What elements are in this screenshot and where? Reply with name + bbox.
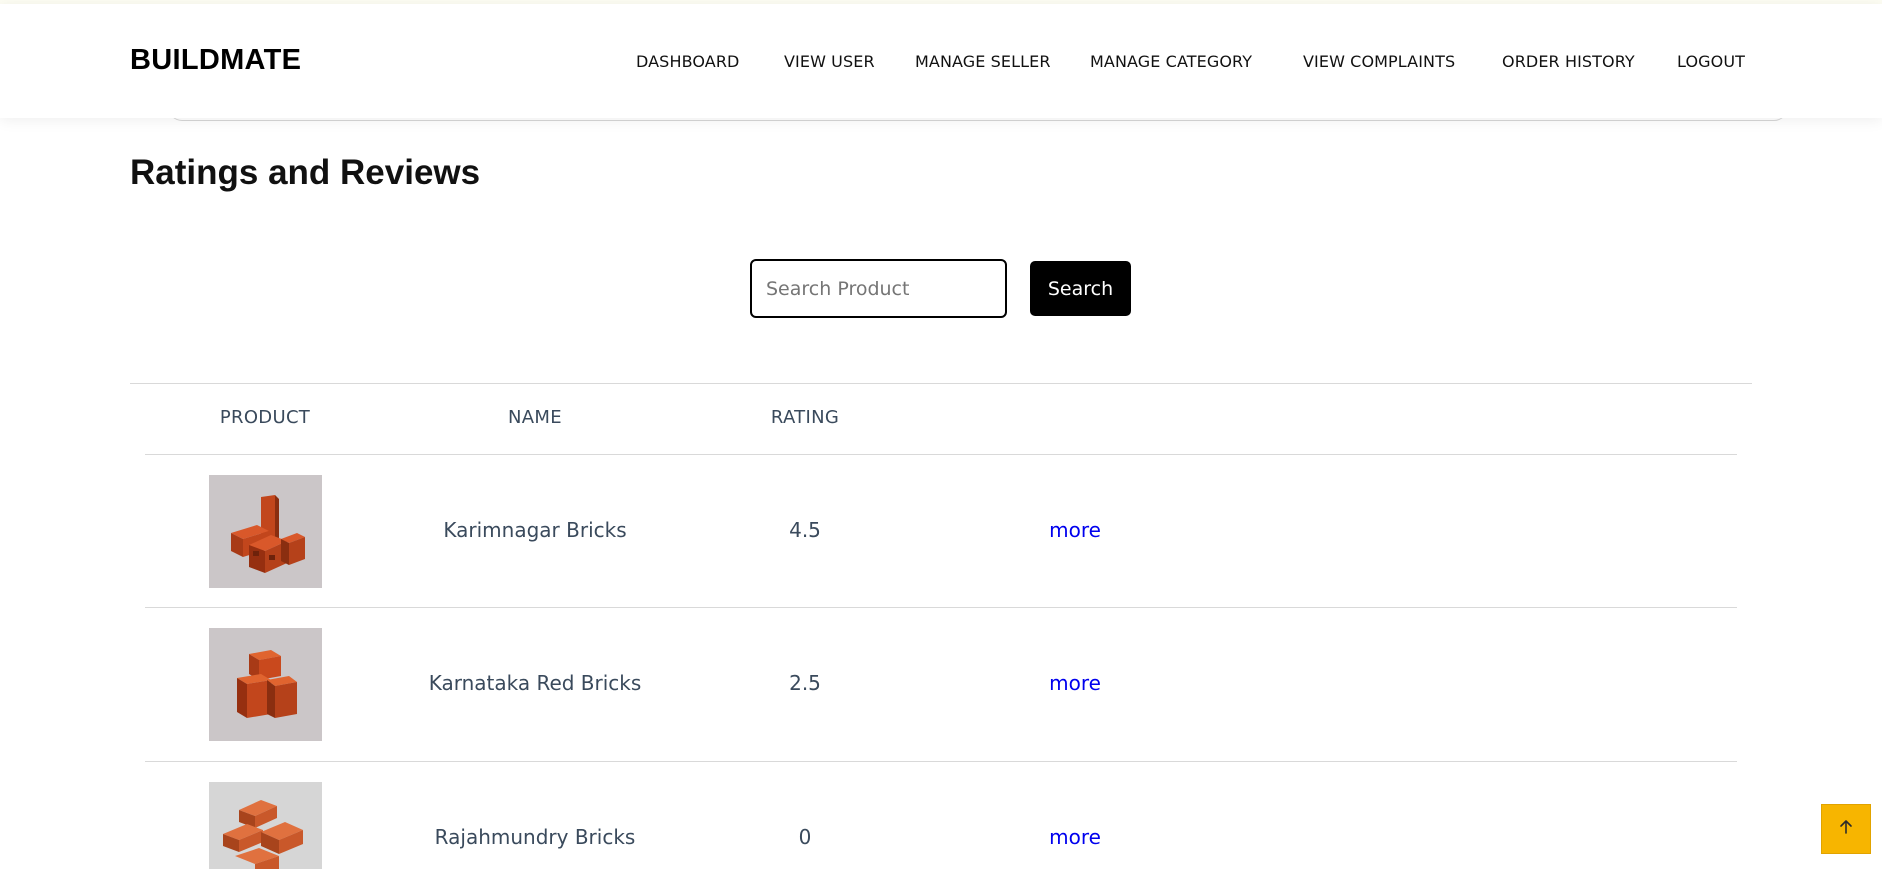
arrow-up-icon xyxy=(1838,819,1854,840)
navbar: BUILDMATE DASHBOARD VIEW USER MANAGE SEL… xyxy=(0,4,1882,118)
product-rating: 0 xyxy=(798,825,812,849)
nav-links: DASHBOARD VIEW USER MANAGE SELLER MANAGE… xyxy=(0,52,1882,78)
nav-order-history[interactable]: ORDER HISTORY xyxy=(1502,52,1635,71)
column-header-product: PRODUCT xyxy=(219,407,311,428)
column-header-rating: RATING xyxy=(770,407,840,428)
page-title: Ratings and Reviews xyxy=(130,153,481,192)
column-header-name: NAME xyxy=(508,407,562,428)
nav-view-user[interactable]: VIEW USER xyxy=(784,52,875,71)
nav-view-complaints[interactable]: VIEW COMPLAINTS xyxy=(1303,52,1455,71)
product-name: Karimnagar Bricks xyxy=(443,518,627,542)
table-top-divider xyxy=(130,383,1752,384)
more-link[interactable]: more xyxy=(1030,518,1120,542)
product-image-rajahmundry-bricks xyxy=(209,782,322,869)
row-divider xyxy=(145,761,1737,762)
nav-logout[interactable]: LOGOUT xyxy=(1677,52,1745,71)
product-rating: 4.5 xyxy=(789,518,821,542)
product-rating: 2.5 xyxy=(789,671,821,695)
product-name: Karnataka Red Bricks xyxy=(428,671,642,695)
nav-manage-category[interactable]: MANAGE CATEGORY xyxy=(1090,52,1252,71)
nav-dashboard[interactable]: DASHBOARD xyxy=(636,52,739,71)
nav-manage-seller[interactable]: MANAGE SELLER xyxy=(915,52,1051,71)
search-product-input[interactable] xyxy=(750,259,1007,318)
product-name: Rajahmundry Bricks xyxy=(434,825,636,849)
more-link[interactable]: more xyxy=(1030,671,1120,695)
product-image-karimnagar-bricks xyxy=(209,475,322,588)
product-image-karnataka-red-bricks xyxy=(209,628,322,741)
search-button[interactable]: Search xyxy=(1030,261,1131,316)
more-link[interactable]: more xyxy=(1030,825,1120,849)
scroll-to-top-button[interactable] xyxy=(1821,804,1871,854)
header-row-divider xyxy=(145,454,1737,455)
row-divider xyxy=(145,607,1737,608)
